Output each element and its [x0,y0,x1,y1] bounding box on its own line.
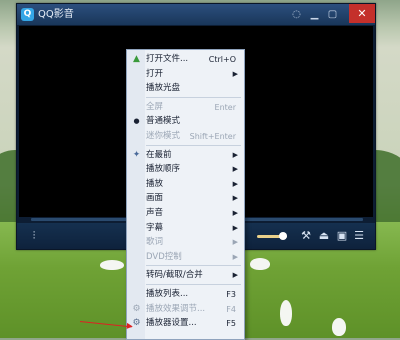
menu-item-convert[interactable]: 转码/截取/合并 ▶ [127,268,244,283]
menu-item-label: 声音 [146,208,164,218]
bird [100,260,124,270]
submenu-arrow-icon: ▶ [232,271,238,280]
submenu-arrow-icon: ▶ [232,150,238,159]
menu-item-open[interactable]: 打开 ▶ [127,67,244,82]
menu-item-label: 字幕 [146,222,164,233]
menu-item-settings[interactable]: ⚙ 播放器设置... F5 [127,316,244,331]
playlist-toggle-icon[interactable]: ⫶ [27,229,41,243]
submenu-arrow-icon: ▶ [232,223,238,232]
menu-item-label: 转码/截取/合并 [146,270,203,281]
menu-separator [146,265,241,267]
menu-item-play[interactable]: 播放 ▶ [127,177,244,192]
menu-item-shortcut: F4 [226,304,236,314]
submenu-arrow-icon: ▶ [232,194,238,203]
pin-icon: ✦ [132,149,141,160]
menu-item-shortcut: Shift+Enter [189,132,236,141]
menu-item-shortcut: F3 [226,290,236,299]
menu-item-on-top[interactable]: ✦ 在最前 ▶ [127,148,244,163]
submenu-arrow-icon: ▶ [232,179,238,188]
menu-item-shortcut: Ctrl+O [208,55,236,64]
menu-item-normal-mode[interactable]: ● 普通模式 [127,114,244,129]
submenu-arrow-icon: ▶ [232,252,238,261]
effects-toggle-icon[interactable]: ▣ [335,229,349,243]
tools-icon[interactable]: ⚒ [299,229,313,243]
menu-separator [146,144,241,146]
open-file-icon: ▲ [133,54,140,64]
menu-item-mini-mode: 迷你模式 Shift+Enter [127,129,244,144]
submenu-arrow-icon: ▶ [232,165,238,174]
menu-item-shortcut: Enter [214,102,236,112]
title-bar[interactable]: Q QQ影音 ◌ ▁ ▢ ✕ [17,4,375,25]
menu-item-label: 打开 [146,68,164,79]
menu-item-label: 打开文件... [146,54,189,64]
menu-item-lyrics: 歌词 ▶ [127,235,244,250]
context-menu: ▲ 打开文件... Ctrl+O 打开 ▶ 播放光盘全屏 Enter ● 普通模式迷你模式 Shi… [126,49,245,340]
app-logo-icon: Q [21,8,34,21]
menu-item-label: 播放 [146,178,164,189]
submenu-arrow-icon: ▶ [232,209,238,217]
skin-icon[interactable]: ◌ [290,8,303,21]
list-icon[interactable]: ☰ [352,229,366,243]
menu-item-dvd: DVD控制 ▶ [127,250,244,265]
menu-item-subtitle[interactable]: 字幕 ▶ [127,221,244,236]
eject-icon[interactable]: ⏏ [317,229,331,243]
submenu-arrow-icon: ▶ [232,69,238,78]
window-title: QQ影音 [38,9,74,20]
menu-item-audio[interactable]: 声音 ▶ [127,206,244,221]
menu-item-label: 普通模式 [146,116,181,127]
minimize-icon[interactable]: ▁ [308,8,321,21]
menu-item-label: 播放光盘 [146,83,181,94]
menu-item-picture[interactable]: 画面 ▶ [127,191,244,206]
menu-item-open-file[interactable]: ▲ 打开文件... Ctrl+O [127,52,244,67]
menu-item-fullscreen: 全屏 Enter [127,100,244,115]
menu-item-shortcut: F5 [226,319,236,329]
menu-separator [146,96,241,98]
menu-item-playlist[interactable]: 播放列表... F3 [127,287,244,302]
bird [280,300,292,326]
menu-item-label: 歌词 [146,237,164,248]
volume-slider[interactable] [257,232,287,240]
effects-icon: ⚙ [132,303,141,314]
volume-knob[interactable] [278,232,287,240]
radio-checked-icon: ● [133,117,140,126]
submenu-arrow-icon: ▶ [232,238,238,247]
menu-item-play-disc[interactable]: 播放光盘 [127,81,244,96]
menu-item-label: 播放器设置... [146,318,197,329]
bird [250,258,270,270]
maximize-icon[interactable]: ▢ [326,8,339,21]
menu-item-label: 播放列表... [146,289,189,299]
menu-item-effects: ⚙ 播放效果调节... F4 [127,302,244,317]
menu-item-label: DVD控制 [146,251,182,262]
bird [332,318,346,336]
menu-item-label: 画面 [146,193,164,204]
close-icon[interactable]: ✕ [349,4,375,23]
menu-item-label: 全屏 [146,101,164,112]
menu-item-play-order[interactable]: 播放顺序 ▶ [127,162,244,177]
menu-item-label: 迷你模式 [146,131,181,141]
menu-item-label: 播放顺序 [146,164,181,175]
menu-item-label: 在最前 [146,149,172,160]
menu-separator [146,284,241,285]
menu-item-label: 播放效果调节... [146,303,206,314]
